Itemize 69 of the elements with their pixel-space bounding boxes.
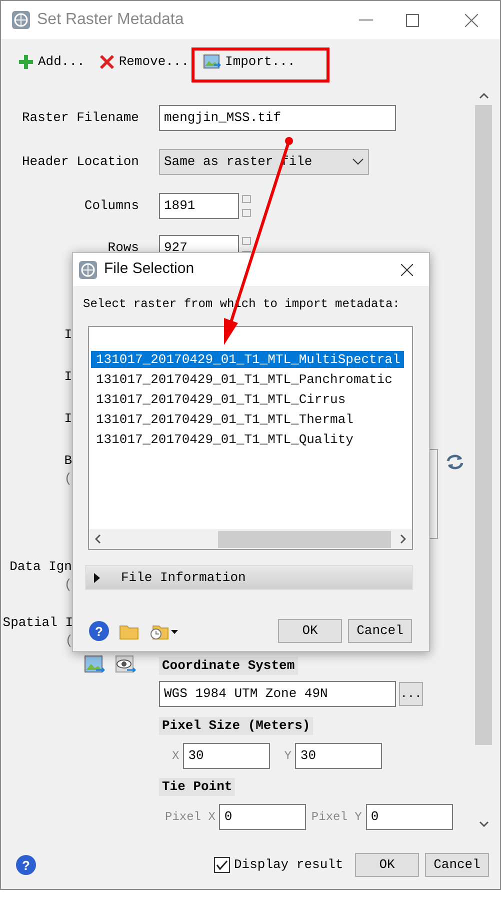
horizontal-scrollbar[interactable] — [89, 529, 412, 549]
browse-button[interactable]: ... — [399, 682, 423, 706]
image-import-icon — [203, 54, 222, 70]
group-label: Pixel Size (Meters) — [159, 717, 314, 735]
list-item[interactable]: 131017_20170429_01_T1_MTL_Thermal — [91, 410, 358, 428]
field-label: I — [64, 410, 72, 428]
display-result-checkbox[interactable]: Display result — [214, 855, 344, 875]
minimize-icon[interactable] — [359, 19, 373, 21]
list-item[interactable]: 131017_20170429_01_T1_MTL_Panchromatic — [91, 370, 396, 388]
help-button[interactable]: ? — [89, 621, 109, 641]
close-icon[interactable] — [401, 264, 413, 276]
caret-right-icon — [93, 572, 101, 582]
app-logo-icon — [11, 10, 31, 30]
dialog-button[interactable]: OK — [278, 619, 342, 643]
field-label: Header Location — [22, 153, 139, 172]
field-label: Columns — [84, 197, 139, 216]
field-note: ( — [64, 577, 72, 593]
scrollbar-thumb[interactable] — [218, 530, 391, 548]
chevron-up-icon[interactable] — [478, 93, 488, 99]
number-field[interactable]: 1891 — [159, 193, 239, 219]
field-label: Spatial I — [2, 614, 73, 632]
toolbar-button[interactable]: Add... — [18, 52, 85, 72]
field-label: Raster Filename — [22, 109, 139, 128]
pixel-size-x-field[interactable]: 30 — [183, 743, 270, 769]
toolbar-button[interactable]: Remove... — [98, 52, 190, 72]
pixel-y-field[interactable]: 0 — [366, 804, 453, 830]
field-note: ( — [64, 471, 72, 487]
dialog-button[interactable]: Cancel — [348, 619, 412, 643]
field-label: Data Ign — [10, 558, 72, 576]
field-label: Y — [284, 748, 292, 765]
maximize-icon[interactable] — [406, 14, 419, 26]
field-label: Rows — [108, 239, 139, 258]
file-information-section[interactable]: File Information — [85, 565, 413, 590]
image-import-icon[interactable] — [84, 655, 105, 675]
eye-icon[interactable] — [115, 655, 136, 675]
field-label: I — [64, 326, 72, 344]
close-icon[interactable] — [465, 14, 478, 26]
chevron-left-icon[interactable] — [95, 534, 101, 544]
help-button[interactable]: ? — [16, 855, 36, 875]
checkmark-icon — [216, 860, 228, 870]
pixel-size-y-field[interactable]: 30 — [295, 743, 382, 769]
field-label: I — [64, 368, 72, 386]
list-item[interactable]: 131017_20170429_01_T1_MTL_MultiSpectral — [91, 350, 404, 368]
coordinate-system-field[interactable]: WGS 1984 UTM Zone 49N — [159, 681, 396, 707]
group-label: Tie Point — [159, 778, 236, 796]
chevron-down-icon — [352, 158, 364, 166]
field-label: X — [172, 748, 180, 765]
chevron-down-icon[interactable] — [478, 821, 488, 827]
field-label: Pixel X — [165, 809, 216, 826]
chevron-right-icon[interactable] — [400, 534, 406, 544]
dialog-button[interactable]: Cancel — [425, 853, 489, 877]
group-label: Coordinate System — [159, 657, 298, 675]
field-label: B — [64, 452, 72, 470]
scrollbar-thumb[interactable] — [475, 105, 492, 745]
dialog-title: File Selection — [104, 259, 194, 280]
dialog-button[interactable]: OK — [355, 853, 419, 877]
field-note: ( — [65, 633, 73, 649]
list-item[interactable]: 131017_20170429_01_T1_MTL_Quality — [91, 430, 358, 448]
raster-list[interactable]: 131017_20170429_01_T1_MTL_MultiSpectral 131017_20170429_01_T1_MTL_Panchromatic 131017_20170429_01_T1_MTL_Cirrus 131017_20170429_01_T1_MTL_Thermal 131017_20170429_01_T1_MTL_Quality — [88, 326, 413, 550]
field-label: Pixel Y — [311, 809, 362, 826]
filename-field[interactable]: mengjin_MSS.tif — [159, 105, 396, 131]
plus-icon — [18, 54, 34, 70]
x-icon — [98, 54, 115, 70]
pixel-x-field[interactable]: 0 — [219, 804, 306, 830]
app-logo-icon — [78, 260, 98, 280]
list-item[interactable]: 131017_20170429_01_T1_MTL_Cirrus — [91, 390, 350, 408]
window-title: Set Raster Metadata — [37, 10, 184, 30]
refresh-icon[interactable] — [445, 453, 465, 471]
toolbar-button[interactable]: Import... — [203, 52, 296, 72]
